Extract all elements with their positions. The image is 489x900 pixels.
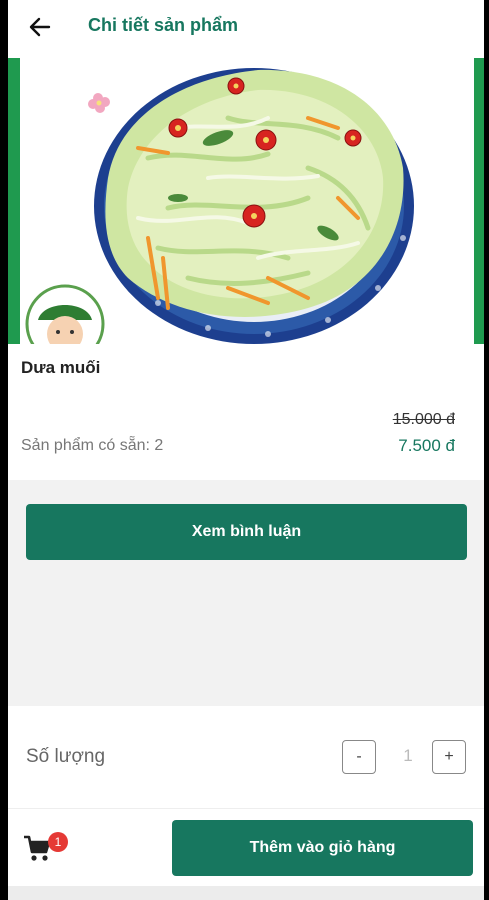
original-price: 15.000 đ bbox=[392, 411, 455, 428]
product-name: Dưa muối bbox=[21, 358, 101, 377]
back-arrow-icon bbox=[29, 17, 51, 37]
sale-price: 7.500 đ bbox=[398, 436, 455, 455]
quantity-decrease-button[interactable]: - bbox=[342, 740, 376, 774]
page-title: Chi tiết sản phẩm bbox=[88, 15, 239, 35]
bottom-bar bbox=[8, 886, 484, 900]
quantity-increase-button[interactable]: + bbox=[432, 740, 466, 774]
salad-plate-illustration bbox=[25, 68, 414, 344]
divider bbox=[8, 808, 484, 809]
back-button[interactable] bbox=[26, 13, 54, 41]
quantity-value: 1 bbox=[403, 746, 413, 765]
quantity-label: Số lượng bbox=[26, 746, 106, 767]
stock-availability: Sản phẩm có sẵn: 2 bbox=[21, 437, 164, 454]
app-header: Chi tiết sản phẩm bbox=[8, 0, 484, 58]
view-reviews-button[interactable]: Xem bình luận bbox=[26, 504, 467, 560]
product-image bbox=[8, 58, 484, 344]
cart-count-badge: 1 bbox=[48, 832, 68, 852]
add-to-cart-button[interactable]: Thêm vào giỏ hàng bbox=[172, 820, 473, 876]
product-detail-screen: Chi tiết sản phẩm Dưa muối 15.000 đ Sản … bbox=[8, 0, 484, 900]
